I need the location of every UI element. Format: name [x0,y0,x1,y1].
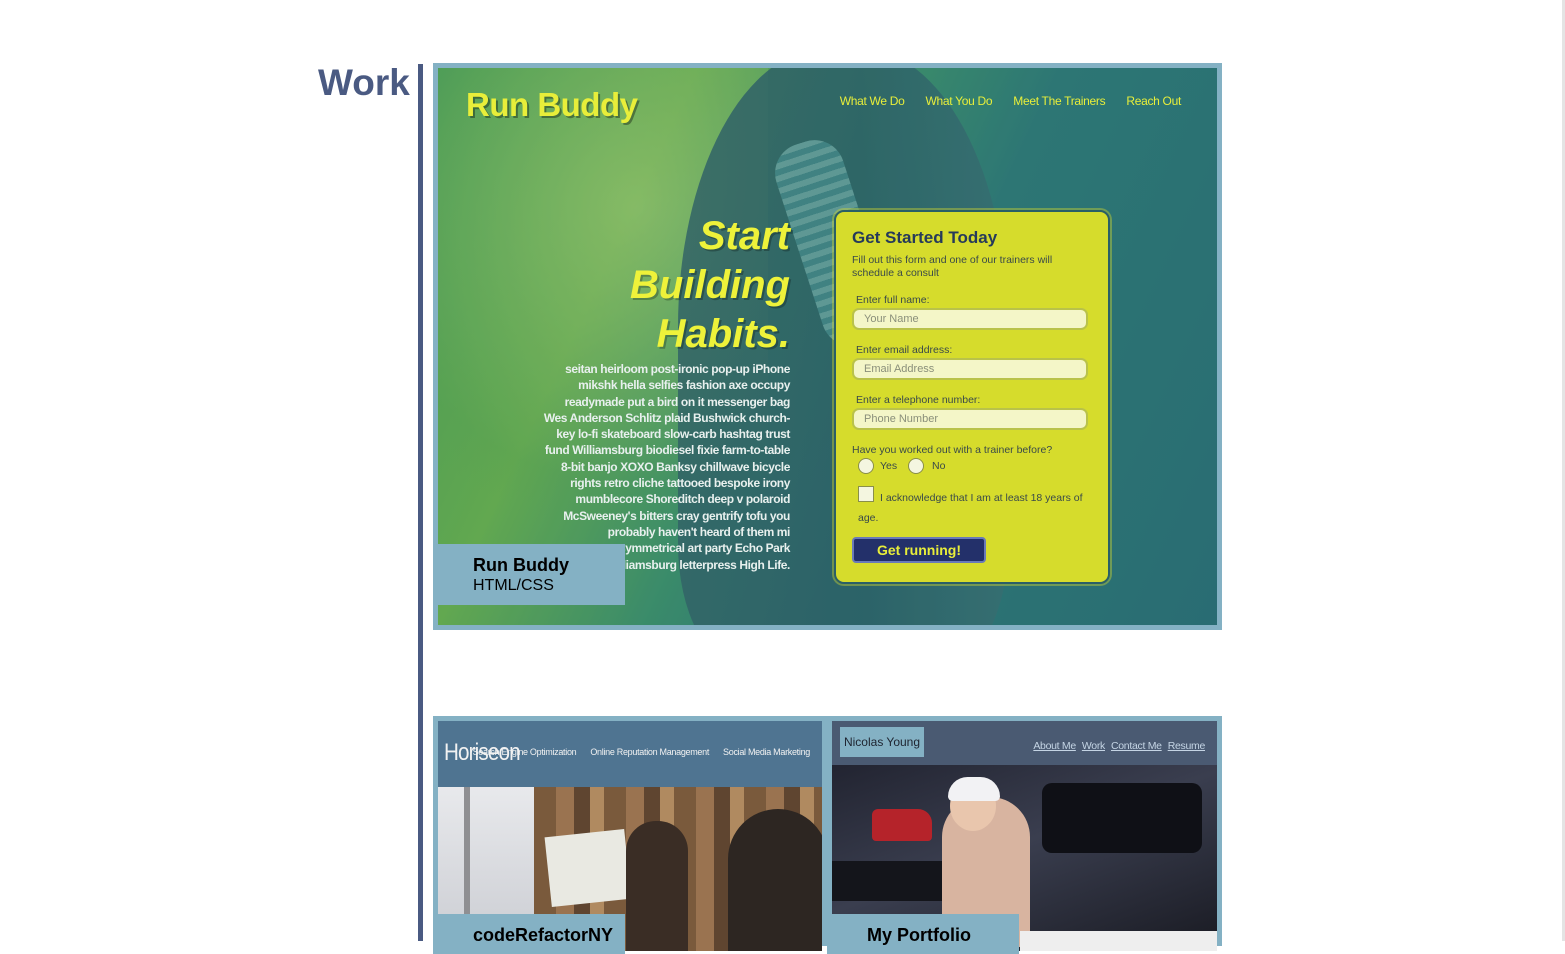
yes-label: Yes [880,460,898,472]
no-label: No [932,460,946,472]
email-placeholder: Email Address [864,363,935,375]
horiseon-nav: Search Engine Optimization Online Reputa… [472,747,811,757]
project-row: Horiseon Search Engine Optimization Onli… [433,716,1222,951]
project-caption-my-portfolio[interactable]: My Portfolio [827,914,1019,954]
email-label: Enter email address: [856,344,953,356]
trainer-question: Have you worked out with a trainer befor… [852,444,1053,456]
project-title[interactable]: Run Buddy [473,555,569,576]
project-caption-coderefactorny[interactable]: codeRefactorNY [433,914,625,954]
portfolio-name-badge: Nicolas Young [840,727,924,757]
run-buddy-screenshot[interactable]: Run Buddy What We Do What You Do Meet Th… [438,68,1217,625]
nav-item-what-you-do: What You Do [925,94,993,108]
section-divider [418,64,423,941]
ground [1020,931,1217,951]
hero-body-text: seitan heirloom post-ironic pop-up iPhon… [543,362,791,572]
whiteboard [544,829,632,907]
person-image [728,809,822,951]
phone-field: Phone Number [852,408,1088,430]
name-placeholder: Your Name [864,313,919,325]
nav-item-resume: Resume [1167,740,1206,752]
run-buddy-nav: What We Do What You Do Meet The Trainers… [839,94,1182,108]
nav-item-work: Work [1081,740,1105,752]
headline-line: Building [630,263,790,307]
horiseon-header: Horiseon Search Engine Optimization Onli… [438,721,822,787]
name-label: Enter full name: [856,294,930,306]
name-field: Your Name [852,308,1088,330]
nav-item-social: Social Media Marketing [723,747,810,757]
portfolio-header: Nicolas Young About Me Work Contact Me R… [832,721,1217,765]
no-radio [908,458,924,474]
project-title[interactable]: My Portfolio [867,925,971,946]
car-taillight [872,809,932,841]
project-caption-run-buddy[interactable]: Run Buddy HTML/CSS [433,544,625,605]
hero-headline: Start Building Habits. [608,212,790,359]
nav-item-meet-trainers: Meet The Trainers [1013,94,1106,108]
phone-placeholder: Phone Number [864,413,938,425]
form-subtitle: Fill out this form and one of our traine… [852,254,1053,279]
nav-item-seo: Search Engine Optimization [472,747,577,757]
nav-item-what-we-do: What We Do [839,94,905,108]
work-section-title: Work [318,62,410,103]
get-running-button: Get running! [852,537,986,563]
run-buddy-logo: Run Buddy [466,86,638,123]
car-window [1042,783,1202,853]
headline-line: Start [698,214,790,258]
person-image [626,821,688,951]
phone-label: Enter a telephone number: [856,394,981,406]
nav-item-reputation: Online Reputation Management [590,747,710,757]
nav-item-contact: Contact Me [1110,740,1162,752]
headline-line: Habits. [656,312,790,356]
signup-form: Get Started Today Fill out this form and… [834,210,1110,584]
age-acknowledge-text: I acknowledge that I am at least 18 year… [858,492,1083,524]
nav-item-about: About Me [1033,740,1076,752]
project-title[interactable]: codeRefactorNY [473,925,613,946]
form-title: Get Started Today [852,228,998,247]
nav-item-reach-out: Reach Out [1126,94,1181,108]
portfolio-nav: About Me Work Contact Me Resume [1033,740,1205,752]
yes-radio [858,458,874,474]
email-field: Email Address [852,358,1088,380]
person-cap [948,777,1000,801]
project-tech: HTML/CSS [473,577,554,594]
